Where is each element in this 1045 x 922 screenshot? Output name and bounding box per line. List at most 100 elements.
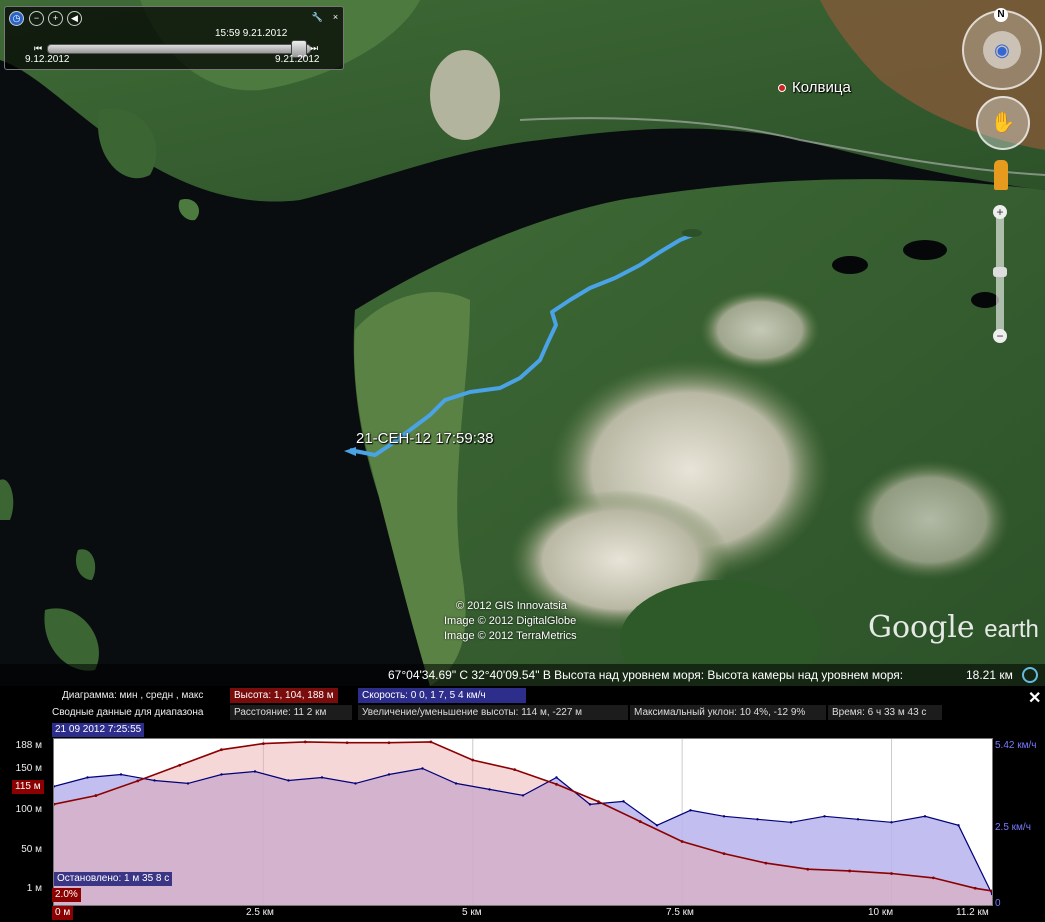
move-control[interactable]: ✋ [976,96,1030,150]
speed-point [220,773,223,776]
zoom-minus-icon[interactable]: − [993,329,1007,343]
satellite-imagery [0,0,1045,686]
speed-point [722,815,726,818]
speed-point [387,773,391,776]
speed-point [823,815,826,818]
zoom-in-icon[interactable]: + [48,11,63,26]
altitude-point [680,840,684,843]
cursor-distance: 0 м [52,906,74,920]
look-control[interactable]: N ◉ [962,8,1042,90]
altitude-point [429,740,433,744]
place-marker-icon [778,84,786,93]
speed-point [454,782,458,785]
y-left-tick: 150 м [15,763,42,774]
speed-point [957,824,960,827]
speed-point [253,770,257,773]
altitude-point [136,779,140,783]
pegman-icon[interactable] [994,160,1008,190]
profile-row-1: Диаграмма: мин , средн , макс Высота: 1,… [0,688,1045,703]
speed-point [689,809,692,812]
eye-icon[interactable]: ◉ [983,31,1021,69]
time-start: 9.12.2012 [25,54,70,65]
profile-plot[interactable] [52,738,994,906]
step-back-icon[interactable]: ⏮ [33,43,43,53]
altitude-point [471,758,475,762]
altitude-point [261,742,265,745]
time-current: 15:59 9.21.2012 [215,28,288,39]
compass-north[interactable]: N [994,8,1008,22]
y-right-tick: 5.42 км/ч [995,740,1037,751]
y-left-tick: 100 м [15,804,42,815]
streaming-icon [1022,667,1038,683]
time-slider[interactable]: ◷ − + ◀ 🔧 × 15:59 9.21.2012 ⏮ ⏭ 9.12.201… [4,6,344,70]
stopped-indicator: Остановлено: 1 м 35 8 с [54,872,173,886]
hand-icon: ✋ [990,112,1016,134]
altitude-point [345,741,349,745]
google-earth-logo: Google earth [868,610,1039,645]
logo-suffix: earth [984,616,1039,643]
speed-point [622,800,625,803]
zoom-plus-icon[interactable]: + [993,205,1007,219]
altitude-point [931,876,935,880]
clock-icon[interactable]: ◷ [9,11,24,26]
altitude-point [387,741,391,745]
speed-point [521,794,525,797]
y-left-tick: 1 м [26,883,42,894]
status-bar: 67°04'34.69" С 32°40'09.54" В Высота над… [0,664,1045,686]
speed-point [186,782,190,785]
altitude-point [722,852,726,856]
wrench-icon[interactable]: 🔧 [311,11,324,24]
time-end: 9.21.2012 [275,54,320,65]
rewind-icon[interactable]: ◀ [67,11,82,26]
altitude-point [764,861,768,865]
y-right-tick: 2.5 км/ч [995,822,1031,833]
zoom-slider[interactable]: + − [993,205,1009,345]
profile-chart[interactable] [52,739,994,905]
step-forward-icon[interactable]: ⏭ [309,43,319,53]
place-label[interactable]: Колвица [778,79,851,96]
zoom-out-icon[interactable]: − [29,11,44,26]
close-icon[interactable]: × [329,11,342,24]
altitude-point [890,872,893,875]
gain-loss-stat: Увеличение/уменьшение высоты: 114 м, -22… [358,705,628,720]
speed-point [421,767,424,770]
eye-altitude: 18.21 км [966,668,1013,682]
altitude-point [596,800,600,804]
x-tick: 2.5 км [246,907,274,918]
x-tick: 5 км [462,907,482,918]
y-left-tick: 50 м [21,844,42,855]
speed-point [119,773,123,776]
altitude-point [848,869,852,873]
speed-stat[interactable]: Скорость: 0 0, 1 7, 5 4 км/ч [358,688,526,703]
slope-stat: Максимальный уклон: 10 4%, -12 9% [630,705,826,720]
altitude-point [806,867,810,871]
copyright-line: Image © 2012 TerraMetrics [444,630,577,642]
y-right-tick: 0 [995,898,1001,909]
altitude-point [638,820,642,823]
logo-text: Google [868,610,975,645]
track-endpoint-label[interactable]: 21-СЕН-12 17:59:38 [356,430,494,447]
cursor-altitude: 115 м [12,780,44,794]
altitude-point [94,794,98,797]
speed-point [923,815,927,818]
speed-point [320,776,324,779]
speed-point [588,803,592,806]
place-name: Колвица [792,79,851,96]
cursor-timestamp: 21 09 2012 7:25:55 [52,723,145,737]
coordinates-readout: 67°04'34.69" С 32°40'09.54" В Высота над… [388,668,904,682]
altitude-point [220,748,223,752]
speed-point [488,788,491,791]
x-tick: 10 км [868,907,894,918]
x-tick: 11.2 км [956,907,989,918]
time-slider-track[interactable] [47,44,311,54]
copyright-line: Image © 2012 DigitalGlobe [444,615,577,627]
copyright-line: © 2012 GIS Innovatsia [456,600,567,612]
speed-point [890,821,893,824]
x-tick: 7.5 км [666,907,694,918]
altitude-stat[interactable]: Высота: 1, 104, 188 м [230,688,338,703]
altitude-point [555,782,558,786]
speed-point [287,779,290,782]
profile-row-2: Сводные данные для диапазона Расстояние:… [0,705,1045,720]
zoom-thumb[interactable] [993,267,1007,277]
map-view[interactable]: ◷ − + ◀ 🔧 × 15:59 9.21.2012 ⏮ ⏭ 9.12.201… [0,0,1045,686]
